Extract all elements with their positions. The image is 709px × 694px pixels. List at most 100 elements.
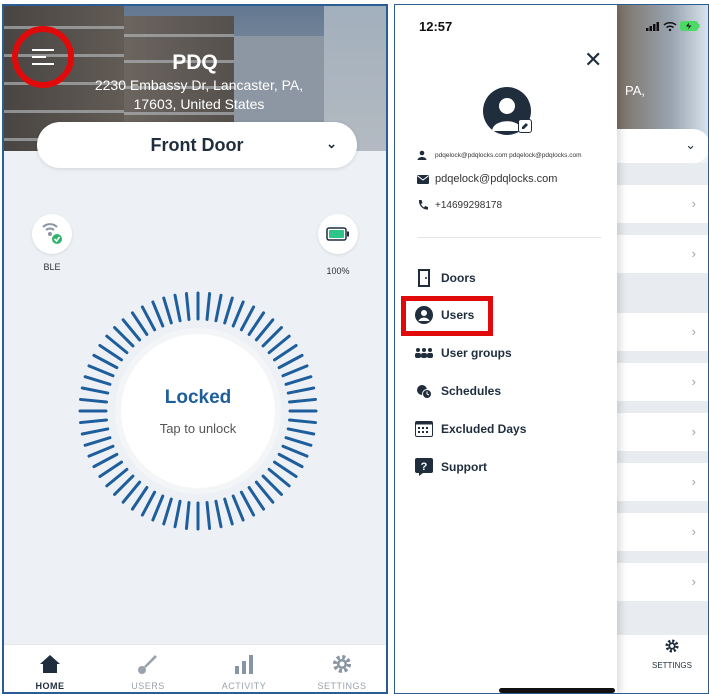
ring-tick [140,490,157,517]
mail-icon [417,174,435,184]
ring-tick [272,343,298,362]
user-groups-icon [413,343,435,363]
background-address-fragment: PA, [625,83,645,98]
nav-home-label: HOME [35,681,65,691]
ring-tick [151,300,165,328]
lock-status: Locked [164,386,232,408]
profile-email: pdqelock@pdqlocks.com [435,173,558,185]
menu-item-schedules-label: Schedules [441,384,502,398]
ring-tick [277,452,304,469]
chevron-down-icon: ⌄ [685,137,696,152]
background-list-row: › [615,463,708,501]
door-icon [413,268,435,288]
nav-home[interactable]: HOME [10,651,90,691]
background-list-row: › [615,313,708,351]
close-drawer-button[interactable]: ✕ [584,49,602,71]
schedule-clock-icon [413,381,435,401]
bar-chart-icon [235,655,253,674]
ble-signal-icon [42,223,62,244]
ring-tick [98,460,124,479]
door-selector[interactable]: Front Door ⌄ [37,122,357,168]
close-icon: ✕ [584,47,603,72]
screenshot-stage: PDQ 2230 Embassy Dr, Lancaster, PA, 1760… [0,0,709,694]
ble-label: BLE [43,262,61,272]
chevron-right-icon: › [691,246,696,261]
ring-tick [184,501,191,530]
lock-name: PDQ [172,51,218,74]
ring-tick [247,311,266,337]
ring-tick [214,293,223,323]
ring-tick [184,292,191,321]
ring-tick [231,494,245,522]
background-list-row: › [615,235,708,273]
background-list-row: › [615,563,708,601]
menu-item-excluded-days-label: Excluded Days [441,422,527,436]
edit-avatar-button[interactable] [518,119,532,133]
ring-tick [151,494,165,522]
lock-address: 2230 Embassy Dr, Lancaster, PA, 17603, U… [94,77,304,112]
ring-tick [80,427,110,436]
ring-tick [239,490,256,517]
profile-username: pdqelock@pdqlocks.com pdqelock@pdqlocks.… [435,151,582,159]
background-door-selector: ⌄ [615,129,708,163]
ring-tick [80,386,110,395]
profile-phone: +14699298178 [435,199,503,211]
gear-icon [333,655,351,673]
ring-tick [277,353,304,370]
ring-tick [284,436,313,447]
chevron-right-icon: › [691,374,696,389]
ring-tick [223,296,234,325]
chevron-right-icon: › [691,196,696,211]
background-nav-settings[interactable]: SETTINGS [647,638,697,670]
ring-tick [173,293,182,323]
svg-text:?: ? [421,461,428,473]
wifi-icon [663,21,677,31]
home-screen: PDQ 2230 Embassy Dr, Lancaster, PA, 1760… [2,4,388,694]
bottom-navigation: HOME USERS ACTIVITY SETTINGS [4,644,386,692]
profile-username-row: pdqelock@pdqlocks.com pdqelock@pdqlocks.… [417,150,582,160]
person-icon [417,150,435,160]
menu-item-support[interactable]: ? Support [413,457,487,477]
ring-tick [284,375,313,386]
chevron-right-icon: › [691,424,696,439]
profile-email-row: pdqelock@pdqlocks.com [417,173,557,185]
background-nav-settings-label: SETTINGS [651,661,692,670]
unlock-hint: Tap to unlock [159,420,237,436]
ring-tick [286,386,316,395]
unlock-button[interactable]: Locked Tap to unlock [121,334,275,488]
ble-status-button[interactable] [32,214,72,254]
ring-tick [223,497,234,526]
ring-tick [92,353,119,370]
ring-tick [79,418,108,425]
profile-divider [417,237,601,238]
side-drawer: 12:57 ✕ pdqelock@pdqlocks.com pdqelock@p… [395,5,617,693]
nav-settings-label: SETTINGS [317,681,367,691]
menu-item-excluded-days[interactable]: Excluded Days [413,419,526,439]
phone-icon [417,199,435,211]
ring-tick [173,499,182,529]
battery-icon [326,227,349,241]
ring-tick [231,300,245,328]
lock-control[interactable]: Locked Tap to unlock [78,291,318,531]
ring-tick [281,444,309,458]
ring-tick [98,343,124,362]
nav-activity[interactable]: ACTIVITY [204,651,284,691]
ring-tick [247,485,266,511]
background-list-row: › [615,363,708,401]
calendar-icon [413,419,435,439]
nav-users[interactable]: USERS [108,651,188,691]
ring-tick [239,305,256,332]
battery-charging-icon [680,21,700,31]
menu-item-doors[interactable]: Doors [413,268,476,288]
ring-tick [83,375,112,386]
ring-tick [288,397,317,404]
nav-settings[interactable]: SETTINGS [302,651,382,691]
gear-icon [665,639,679,653]
ring-tick [87,444,115,458]
ring-tick [92,452,119,469]
users-highlight-box [401,296,493,336]
menu-item-user-groups[interactable]: User groups [413,343,512,363]
help-icon: ? [413,457,435,477]
menu-item-schedules[interactable]: Schedules [413,381,501,401]
edit-icon [522,123,528,129]
